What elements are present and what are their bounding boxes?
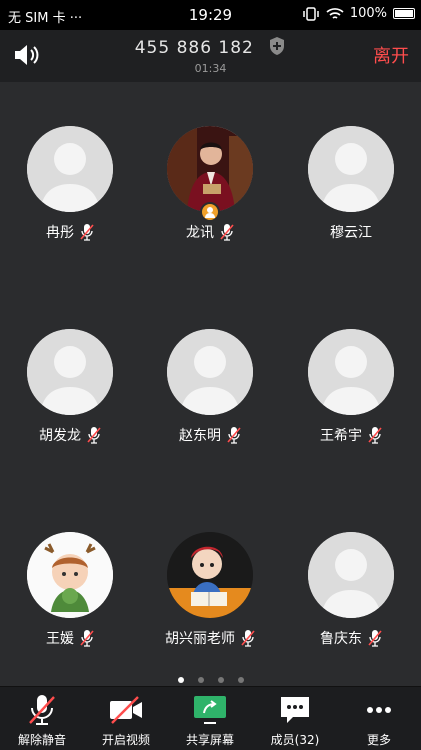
participant-tile[interactable]: 冉彤 xyxy=(0,82,140,241)
default-avatar xyxy=(27,329,113,415)
participant-name: 胡发龙 xyxy=(39,428,81,444)
page-dot-active[interactable] xyxy=(177,677,184,683)
participant-name-row: 冉彤 xyxy=(0,222,140,242)
video-off-icon xyxy=(110,696,142,724)
participant-tile[interactable]: 胡兴丽老师 xyxy=(140,488,280,647)
start-video-label: 开启视频 xyxy=(101,733,150,747)
cartoon-deer-avatar xyxy=(27,532,113,618)
default-avatar xyxy=(308,329,394,415)
call-timer: 01:34 xyxy=(194,62,227,75)
members-button[interactable]: 成员(32) xyxy=(253,693,337,748)
unmute-button[interactable]: 解除静音 xyxy=(0,693,84,748)
participant-name: 龙讯 xyxy=(186,225,214,241)
participant-tile[interactable]: 胡发龙 xyxy=(0,285,140,444)
participant-name: 赵东明 xyxy=(179,428,221,444)
participant-tile[interactable]: 穆云江 xyxy=(281,82,421,241)
default-avatar xyxy=(167,329,253,415)
mic-muted-icon xyxy=(220,224,234,241)
participant-name-row: 穆云江 xyxy=(281,222,421,242)
page-indicator[interactable] xyxy=(0,668,421,687)
battery-icon xyxy=(393,8,415,19)
more-button[interactable]: 更多 xyxy=(337,693,421,748)
participant-tile[interactable]: 龙讯 xyxy=(140,82,280,241)
participant-name: 冉彤 xyxy=(46,225,74,241)
default-avatar xyxy=(308,126,394,212)
default-avatar xyxy=(27,126,113,212)
host-badge-icon xyxy=(200,202,220,222)
participant-name-row: 王希宇 xyxy=(281,425,421,445)
participant-name-row: 胡发龙 xyxy=(0,425,140,445)
participant-name: 穆云江 xyxy=(330,225,372,241)
battery-percent: 100% xyxy=(349,6,387,21)
participant-name-row: 鲁庆东 xyxy=(281,628,421,648)
participant-name-row: 赵东明 xyxy=(140,425,280,445)
participant-name-row: 王媛 xyxy=(0,628,140,648)
participant-tile[interactable]: 王希宇 xyxy=(281,285,421,444)
participant-name: 胡兴丽老师 xyxy=(165,631,235,647)
more-icon xyxy=(367,707,391,713)
vibrate-icon xyxy=(303,6,319,21)
share-screen-button[interactable]: 共享屏幕 xyxy=(168,693,252,748)
mic-muted-icon xyxy=(368,427,382,444)
wifi-icon xyxy=(326,7,344,19)
leave-button[interactable]: 离开 xyxy=(373,42,409,68)
participant-name: 鲁庆东 xyxy=(320,631,362,647)
cartoon-reading-avatar xyxy=(167,532,253,618)
call-header: 455 886 182 01:34 离开 xyxy=(0,30,421,82)
share-screen-label: 共享屏幕 xyxy=(185,733,234,747)
photo-avatar xyxy=(167,126,253,212)
status-bar: 无 SIM 卡 ··· 19:29 100% xyxy=(0,0,421,30)
meeting-number: 455 886 182 xyxy=(0,36,421,58)
start-video-button[interactable]: 开启视频 xyxy=(84,693,168,748)
participant-tile[interactable]: 王媛 xyxy=(0,488,140,647)
mic-muted-icon xyxy=(241,630,255,647)
mic-muted-icon xyxy=(80,224,94,241)
unmute-label: 解除静音 xyxy=(17,733,66,747)
page-dot[interactable] xyxy=(217,677,224,683)
participant-tile[interactable]: 赵东明 xyxy=(140,285,280,444)
mic-muted-icon xyxy=(80,630,94,647)
members-label: 成员(32) xyxy=(270,733,320,747)
status-icons: 100% xyxy=(302,6,415,21)
mic-muted-icon xyxy=(368,630,382,647)
participant-name: 王希宇 xyxy=(320,428,362,444)
more-label: 更多 xyxy=(366,733,391,747)
chat-bubble-icon xyxy=(281,697,309,723)
participant-name-row: 龙讯 xyxy=(140,222,280,242)
mic-muted-icon xyxy=(227,427,241,444)
meeting-toolbar: 解除静音 开启视频 共享屏幕 成员(32) 更多 xyxy=(0,686,421,750)
share-screen-icon xyxy=(194,696,226,724)
mic-muted-icon xyxy=(87,427,101,444)
default-avatar xyxy=(308,532,394,618)
shield-plus-icon[interactable] xyxy=(268,36,286,56)
page-dot[interactable] xyxy=(237,677,244,683)
participant-name-row: 胡兴丽老师 xyxy=(140,628,280,648)
meeting-number-text: 455 886 182 xyxy=(134,38,254,58)
mic-off-icon xyxy=(29,695,55,725)
participant-tile[interactable]: 鲁庆东 xyxy=(281,488,421,647)
participant-name: 王媛 xyxy=(46,631,74,647)
page-dot[interactable] xyxy=(197,677,204,683)
